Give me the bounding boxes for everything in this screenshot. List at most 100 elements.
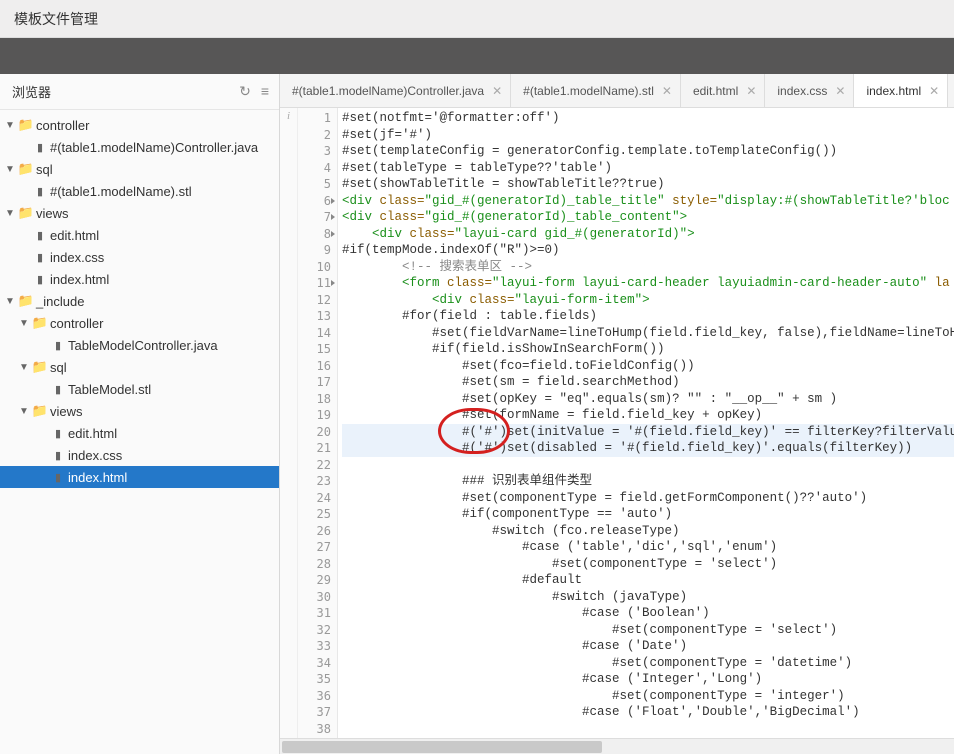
menu-icon[interactable]: ≡ xyxy=(261,83,269,100)
tree-file[interactable]: ▮edit.html xyxy=(0,224,279,246)
horizontal-scrollbar[interactable] xyxy=(280,738,954,754)
code-line[interactable]: #case ('Boolean') xyxy=(342,605,954,622)
scrollbar-thumb[interactable] xyxy=(282,741,602,753)
close-icon[interactable]: ✕ xyxy=(662,84,672,98)
file-tree[interactable]: ▼📁controller▮#(table1.modelName)Controll… xyxy=(0,110,279,754)
tree-file[interactable]: ▮#(table1.modelName)Controller.java xyxy=(0,136,279,158)
code-line[interactable]: <div class="gid_#(generatorId)_table_con… xyxy=(342,209,954,226)
tree-file[interactable]: ▮index.html xyxy=(0,466,279,488)
tree-folder[interactable]: ▼📁sql xyxy=(0,158,279,180)
code-line[interactable]: #switch (fco.releaseType) xyxy=(342,523,954,540)
tree-folder[interactable]: ▼📁_include xyxy=(0,290,279,312)
info-gutter-icon: i xyxy=(280,108,298,738)
tree-folder[interactable]: ▼📁sql xyxy=(0,356,279,378)
file-icon: ▮ xyxy=(48,427,68,440)
tree-folder[interactable]: ▼📁views xyxy=(0,202,279,224)
code-line[interactable]: #case ('Float','Double','BigDecimal') xyxy=(342,704,954,721)
editor-tab[interactable]: index.html✕ xyxy=(854,74,948,107)
code-line[interactable]: #case ('Date') xyxy=(342,638,954,655)
file-icon: ▮ xyxy=(30,229,50,242)
tree-folder[interactable]: ▼📁controller xyxy=(0,114,279,136)
code-line[interactable]: #set(jf='#') xyxy=(342,127,954,144)
code-line[interactable]: <div class="layui-form-item"> xyxy=(342,292,954,309)
chevron-down-icon[interactable]: ▼ xyxy=(18,318,30,329)
code-line[interactable]: #case ('table','dic','sql','enum') xyxy=(342,539,954,556)
tree-item-label: views xyxy=(36,206,69,221)
folder-icon: 📁 xyxy=(30,315,50,331)
code-line[interactable]: #set(componentType = 'datetime') xyxy=(342,655,954,672)
code-line[interactable]: <form class="layui-form layui-card-heade… xyxy=(342,275,954,292)
code-line[interactable]: #set(componentType = 'select') xyxy=(342,622,954,639)
file-icon: ▮ xyxy=(30,141,50,154)
code-line[interactable]: #set(templateConfig = generatorConfig.te… xyxy=(342,143,954,160)
tree-file[interactable]: ▮edit.html xyxy=(0,422,279,444)
code-line[interactable]: #('#')set(initValue = '#(field.field_key… xyxy=(342,424,954,441)
chevron-down-icon[interactable]: ▼ xyxy=(4,164,16,175)
tree-item-label: TableModelController.java xyxy=(68,338,218,353)
code-line[interactable]: #if(field.isShowInSearchForm()) xyxy=(342,341,954,358)
code-line[interactable]: #set(notfmt='@formatter:off') xyxy=(342,110,954,127)
code-line[interactable]: #switch (javaType) xyxy=(342,589,954,606)
tab-label: index.css xyxy=(777,84,827,98)
code-line[interactable]: #set(sm = field.searchMethod) xyxy=(342,374,954,391)
tree-item-label: TableModel.stl xyxy=(68,382,151,397)
chevron-down-icon[interactable]: ▼ xyxy=(4,296,16,307)
folder-icon: 📁 xyxy=(16,117,36,133)
code-line[interactable]: <div class="gid_#(generatorId)_table_tit… xyxy=(342,193,954,210)
code-line[interactable]: #default xyxy=(342,572,954,589)
sidebar-panel: 浏览器 ↻ ≡ ▼📁controller▮#(table1.modelName)… xyxy=(0,74,280,754)
tree-folder[interactable]: ▼📁views xyxy=(0,400,279,422)
code-line[interactable]: #set(fco=field.toFieldConfig()) xyxy=(342,358,954,375)
sidebar-title: 浏览器 xyxy=(12,82,51,101)
close-icon[interactable]: ✕ xyxy=(492,84,502,98)
tree-file[interactable]: ▮#(table1.modelName).stl xyxy=(0,180,279,202)
tree-item-label: views xyxy=(50,404,83,419)
code-line[interactable]: #set(opKey = "eq".equals(sm)? "" : "__op… xyxy=(342,391,954,408)
close-icon[interactable]: ✕ xyxy=(835,84,845,98)
tab-label: #(table1.modelName)Controller.java xyxy=(292,84,484,98)
code-line[interactable]: #set(fieldVarName=lineToHump(field.field… xyxy=(342,325,954,342)
tree-file[interactable]: ▮TableModel.stl xyxy=(0,378,279,400)
code-line[interactable]: <!-- 搜索表单区 --> xyxy=(342,259,954,276)
code-line[interactable]: #set(componentType = 'select') xyxy=(342,556,954,573)
editor-tab[interactable]: index.css ✕ xyxy=(765,74,854,107)
tree-item-label: index.css xyxy=(68,448,122,463)
code-line[interactable]: #('#')set(disabled = '#(field.field_key)… xyxy=(342,440,954,457)
code-line[interactable]: #case ('Integer','Long') xyxy=(342,671,954,688)
refresh-icon[interactable]: ↻ xyxy=(239,83,251,100)
code-line[interactable]: ### 识别表单组件类型 xyxy=(342,473,954,490)
chevron-down-icon[interactable]: ▼ xyxy=(4,120,16,131)
code-line[interactable]: #set(showTableTitle = showTableTitle??tr… xyxy=(342,176,954,193)
tree-file[interactable]: ▮index.html xyxy=(0,268,279,290)
tree-file[interactable]: ▮TableModelController.java xyxy=(0,334,279,356)
chevron-down-icon[interactable]: ▼ xyxy=(4,208,16,219)
chevron-down-icon[interactable]: ▼ xyxy=(18,362,30,373)
close-icon[interactable]: ✕ xyxy=(929,84,939,98)
code-line[interactable]: <div class="layui-card gid_#(generatorId… xyxy=(342,226,954,243)
code-line[interactable]: #set(formName = field.field_key + opKey) xyxy=(342,407,954,424)
code-area[interactable]: #set(notfmt='@formatter:off')#set(jf='#'… xyxy=(338,108,954,738)
tree-file[interactable]: ▮index.css xyxy=(0,444,279,466)
folder-icon: 📁 xyxy=(16,161,36,177)
editor-tab[interactable]: #(table1.modelName)Controller.java ✕ xyxy=(280,74,511,107)
close-icon[interactable]: ✕ xyxy=(746,84,756,98)
tree-item-label: index.css xyxy=(50,250,104,265)
code-line[interactable]: #set(componentType = 'integer') xyxy=(342,688,954,705)
window-title: 模板文件管理 xyxy=(0,0,954,38)
file-icon: ▮ xyxy=(30,251,50,264)
line-gutter: 1234567891011121314151617181920212223242… xyxy=(298,108,338,738)
tree-file[interactable]: ▮index.css xyxy=(0,246,279,268)
editor-tab[interactable]: #(table1.modelName).stl✕ xyxy=(511,74,681,107)
code-line[interactable]: #set(componentType = field.getFormCompon… xyxy=(342,490,954,507)
code-line[interactable]: #if(tempMode.indexOf("R")>=0) xyxy=(342,242,954,259)
chevron-down-icon[interactable]: ▼ xyxy=(18,406,30,417)
tree-folder[interactable]: ▼📁controller xyxy=(0,312,279,334)
code-line[interactable]: #set(tableType = tableType??'table') xyxy=(342,160,954,177)
code-line[interactable]: #if(componentType == 'auto') xyxy=(342,506,954,523)
editor-tab[interactable]: edit.html✕ xyxy=(681,74,765,107)
file-icon: ▮ xyxy=(48,383,68,396)
code-line[interactable] xyxy=(342,457,954,474)
code-line[interactable]: #for(field : table.fields) xyxy=(342,308,954,325)
code-line[interactable] xyxy=(342,721,954,738)
editor-tabs[interactable]: #(table1.modelName)Controller.java✕#(tab… xyxy=(280,74,954,108)
